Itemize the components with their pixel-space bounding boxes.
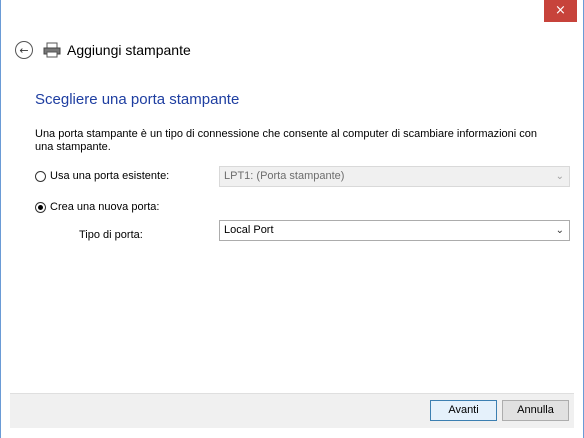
header: ← Aggiungi stampante (15, 38, 191, 62)
description-text: Una porta stampante è un tipo di conness… (35, 128, 538, 153)
dialog-window: × ← Aggiungi stampante Scegliere una por… (0, 0, 584, 438)
dialog-title: Aggiungi stampante (67, 42, 191, 58)
existing-port-radio[interactable] (35, 170, 46, 182)
port-type-select[interactable]: Local Port ⌄ (219, 220, 570, 241)
page-heading: Scegliere una porta stampante (35, 91, 240, 108)
new-port-radio[interactable] (35, 201, 46, 213)
existing-port-option[interactable]: Usa una porta esistente: (35, 170, 169, 182)
cancel-button[interactable]: Annulla (502, 400, 569, 421)
footer-bar: Avanti Annulla (10, 393, 574, 428)
existing-port-select: LPT1: (Porta stampante) ⌄ (219, 166, 570, 187)
next-button[interactable]: Avanti (430, 400, 497, 421)
back-arrow-icon[interactable]: ← (15, 41, 33, 59)
new-port-label: Crea una nuova porta: (50, 201, 160, 213)
port-type-label: Tipo di porta: (79, 229, 143, 241)
port-type-value: Local Port (224, 224, 274, 236)
new-port-option[interactable]: Crea una nuova porta: (35, 201, 159, 213)
close-button[interactable]: × (544, 0, 577, 22)
existing-port-label: Usa una porta esistente: (50, 170, 170, 182)
chevron-down-icon: ⌄ (555, 171, 564, 182)
existing-port-value: LPT1: (Porta stampante) (224, 170, 345, 182)
chevron-down-icon: ⌄ (555, 225, 564, 236)
printer-icon (43, 42, 61, 58)
